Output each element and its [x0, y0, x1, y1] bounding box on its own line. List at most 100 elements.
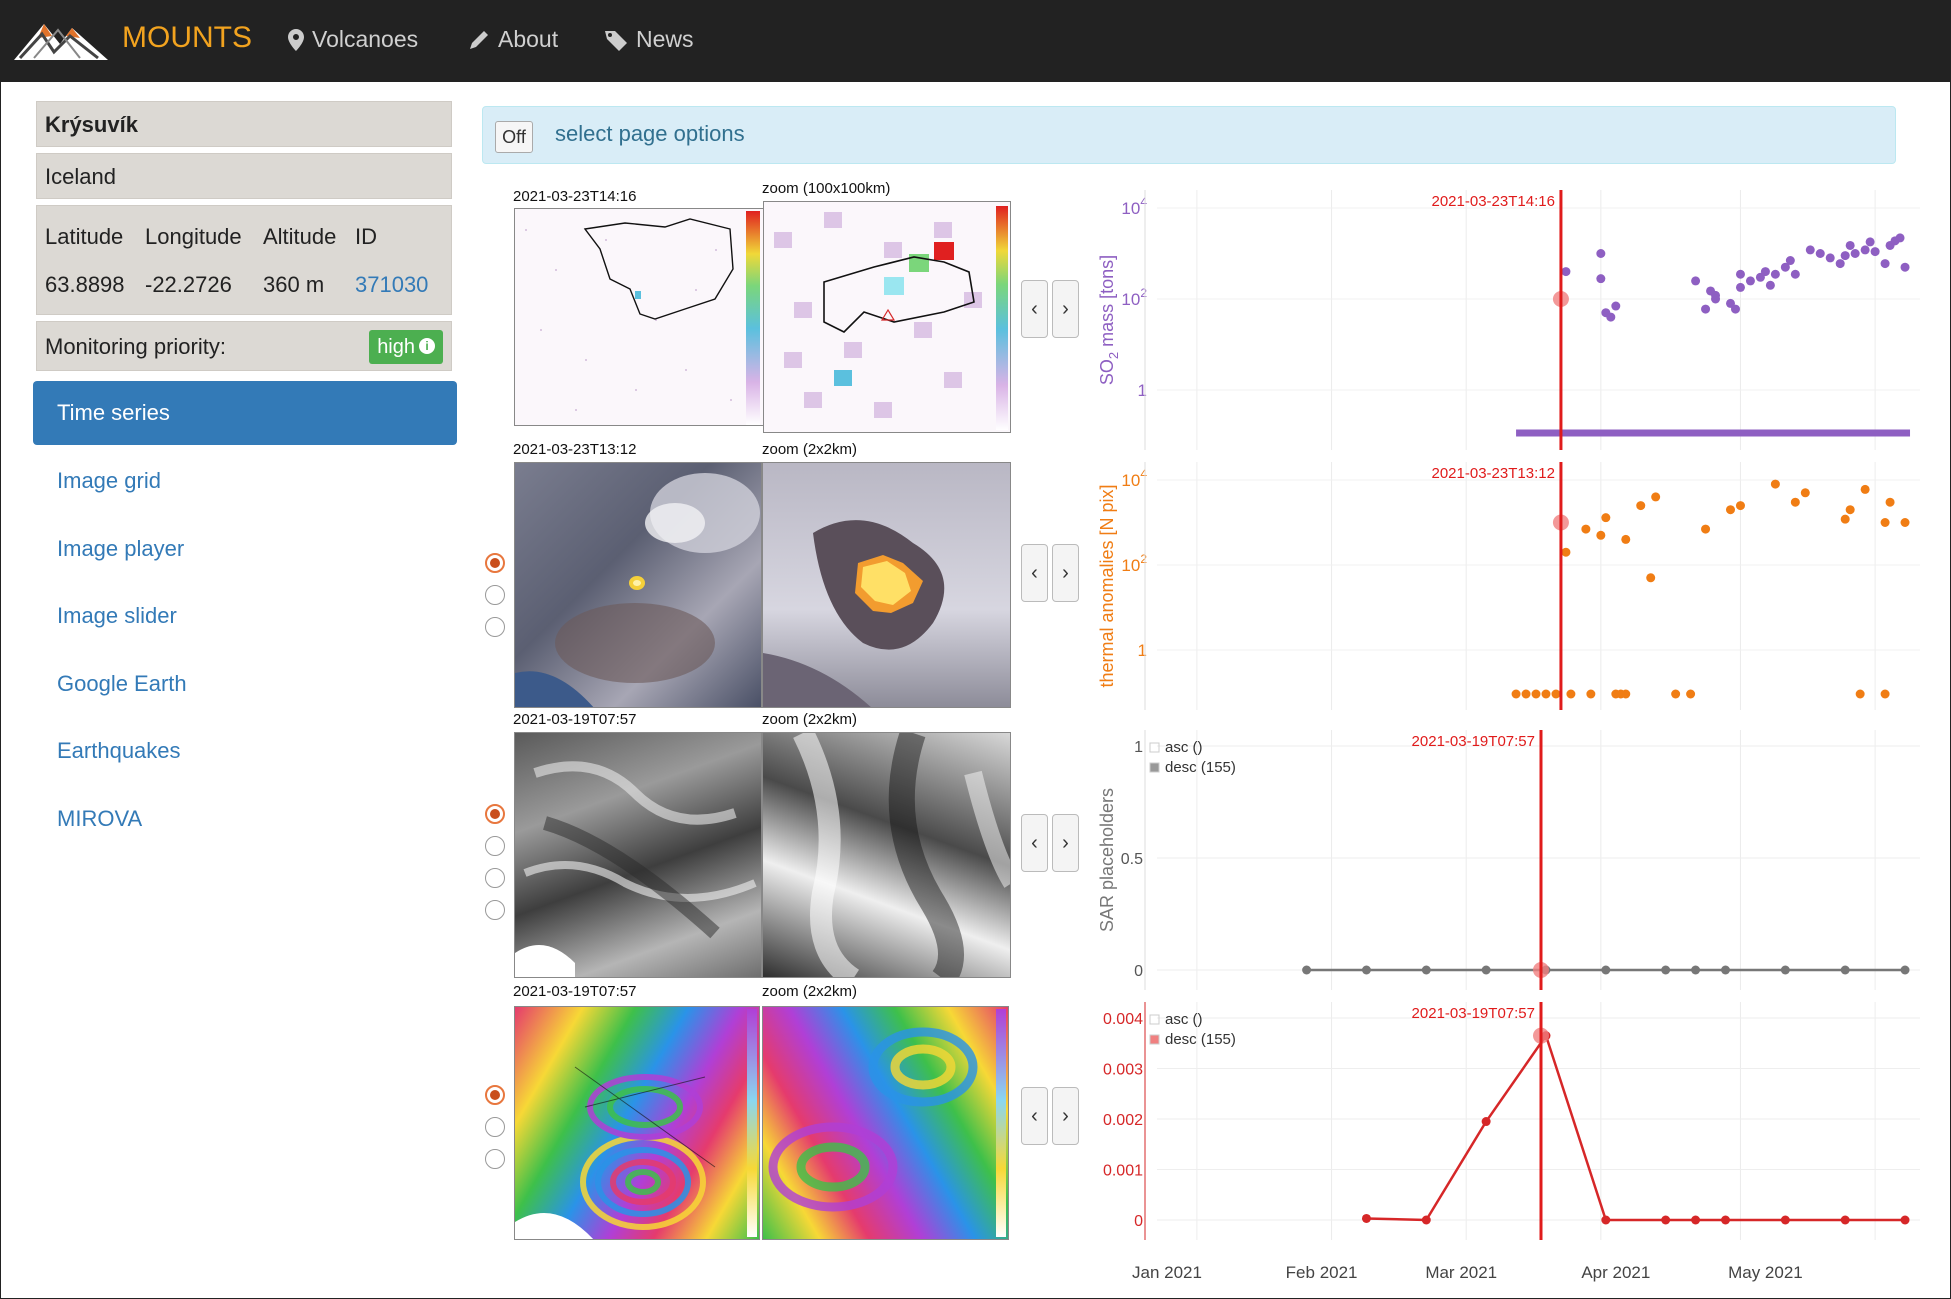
series-point — [1361, 1213, 1371, 1223]
so2-point — [1805, 245, 1815, 255]
next-button[interactable]: › — [1052, 544, 1079, 602]
tick-label: 0.5 — [1121, 851, 1143, 868]
thermal-zoom-image[interactable] — [762, 462, 1011, 708]
menu-earthquakes[interactable]: Earthquakes — [33, 719, 457, 783]
nav-about[interactable]: About — [468, 26, 558, 53]
time-marker-label: 2021-03-19T07:57 — [1412, 733, 1535, 750]
row1-nav: ‹ › — [1021, 280, 1079, 338]
so2-point — [1880, 259, 1890, 269]
prev-button[interactable]: ‹ — [1021, 1087, 1048, 1145]
menu-google-earth[interactable]: Google Earth — [33, 652, 457, 716]
id-header: ID — [355, 224, 377, 249]
row4-nav: ‹ › — [1021, 1087, 1079, 1145]
tick-label: 0.003 — [1103, 1062, 1143, 1079]
next-button[interactable]: › — [1052, 814, 1079, 872]
thermal-point — [1855, 689, 1865, 699]
thermal-point — [1686, 689, 1696, 699]
brand-title: MOUNTS — [122, 21, 252, 54]
so2-point — [1870, 247, 1880, 257]
insar-source-radio-2[interactable] — [485, 1117, 505, 1137]
thermal-point — [1566, 689, 1576, 699]
series-line — [1366, 1032, 1906, 1222]
thermal-point — [1790, 497, 1800, 507]
thermal-image[interactable] — [514, 462, 762, 708]
options-label[interactable]: select page options — [555, 121, 745, 147]
tick-label: 0.004 — [1103, 1011, 1143, 1028]
image-zoom-label: zoom (2x2km) — [762, 711, 858, 728]
menu-image-slider[interactable]: Image slider — [33, 584, 457, 648]
nav-about-label: About — [498, 26, 559, 52]
sar-source-radio-4[interactable] — [485, 900, 505, 920]
next-button[interactable]: › — [1052, 280, 1079, 338]
options-toggle[interactable]: Off — [495, 121, 533, 153]
latitude-header: Latitude — [45, 224, 124, 249]
time-marker-label: 2021-03-23T13:12 — [1432, 465, 1555, 482]
prev-button[interactable]: ‹ — [1021, 280, 1048, 338]
nav-news[interactable]: News — [604, 26, 694, 53]
brand[interactable]: MOUNTS — [14, 14, 252, 62]
row3-nav: ‹ › — [1021, 814, 1079, 872]
series-point — [1421, 965, 1431, 975]
tick-label: 1 — [1138, 381, 1147, 400]
insar-source-radio-3[interactable] — [485, 1149, 505, 1169]
sar-zoom-image[interactable] — [762, 732, 1011, 978]
priority-badge[interactable]: high i — [369, 330, 443, 364]
insar-source-radio-1[interactable] — [485, 1085, 505, 1105]
thermal-point — [1601, 513, 1611, 523]
so2-point — [1895, 233, 1905, 243]
so2-point — [1865, 237, 1875, 247]
series-point — [1721, 1215, 1731, 1225]
prev-button[interactable]: ‹ — [1021, 544, 1048, 602]
thermal-point — [1735, 501, 1745, 511]
x-tick-label: Apr 2021 — [1581, 1263, 1650, 1282]
thermal-source-radio-3[interactable] — [485, 617, 505, 637]
time-series-charts[interactable]: 1041021SO2 mass [tons]2021-03-23T14:1610… — [1085, 180, 1945, 1285]
coords-header-row: Latitude Longitude Altitude ID — [45, 224, 377, 250]
thermal-point — [1621, 689, 1631, 699]
menu-image-player[interactable]: Image player — [33, 517, 457, 581]
nav-volcanoes-label: Volcanoes — [312, 26, 419, 52]
series-point — [1691, 1215, 1701, 1225]
id-link[interactable]: 371030 — [355, 272, 428, 298]
x-tick-label: May 2021 — [1728, 1263, 1803, 1282]
thermal-source-radio-1[interactable] — [485, 553, 505, 573]
prev-button[interactable]: ‹ — [1021, 814, 1048, 872]
series-point — [1601, 965, 1611, 975]
so2-point — [1900, 262, 1910, 272]
priority-value: high — [377, 336, 415, 358]
tick-label: 0 — [1134, 1213, 1143, 1230]
thermal-point — [1701, 524, 1711, 534]
so2-point — [1845, 240, 1855, 250]
sar-source-radio-1[interactable] — [485, 804, 505, 824]
interferogram-zoom-image[interactable] — [762, 1006, 1009, 1240]
image-timestamp: 2021-03-23T13:12 — [513, 441, 637, 458]
volcano-country: Iceland — [36, 153, 452, 199]
longitude-header: Longitude — [145, 224, 242, 249]
so2-point — [1840, 251, 1850, 261]
sar-source-radio-3[interactable] — [485, 868, 505, 888]
thermal-point — [1885, 497, 1895, 507]
thermal-source-radio-2[interactable] — [485, 585, 505, 605]
nav-volcanoes[interactable]: Volcanoes — [288, 26, 418, 53]
tick-label: 104 — [1121, 195, 1147, 218]
so2-point — [1611, 301, 1621, 311]
next-button[interactable]: › — [1052, 1087, 1079, 1145]
legend-swatch — [1149, 762, 1160, 773]
so2-map-image[interactable] — [514, 208, 764, 426]
thermal-point — [1531, 689, 1541, 699]
sar-image[interactable] — [514, 732, 762, 978]
y-axis-label: SO2 mass [tons] — [1097, 255, 1121, 385]
interferogram-image[interactable] — [514, 1006, 760, 1240]
menu-time-series[interactable]: Time series — [33, 381, 457, 445]
thermal-point — [1521, 689, 1531, 699]
thermal-point — [1880, 689, 1890, 699]
thermal-point — [1581, 524, 1591, 534]
so2-zoom-image[interactable] — [763, 201, 1011, 433]
series-point — [1661, 1215, 1671, 1225]
menu-image-grid[interactable]: Image grid — [33, 449, 457, 513]
tick-label: 102 — [1121, 552, 1147, 575]
y-axis-label: SAR placeholders — [1097, 788, 1117, 932]
menu-mirova[interactable]: MIROVA — [33, 787, 457, 851]
so2-point — [1745, 276, 1755, 286]
sar-source-radio-2[interactable] — [485, 836, 505, 856]
